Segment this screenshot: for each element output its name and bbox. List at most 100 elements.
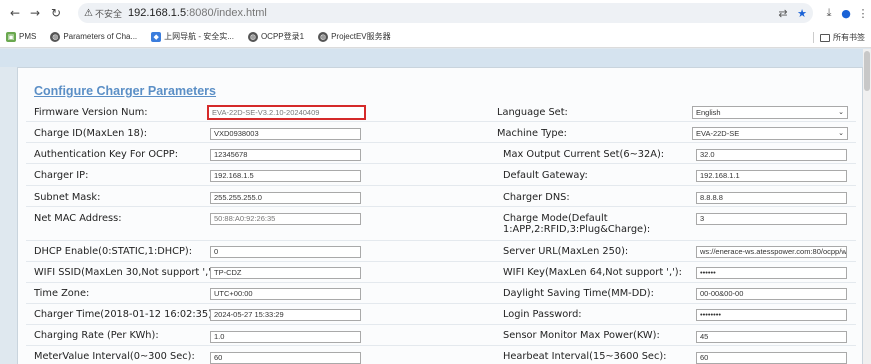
- charger-ip-label: Charger IP:: [34, 170, 89, 181]
- bookmark-item[interactable]: ◍ Parameters of Cha...: [50, 31, 138, 42]
- auth-key-label: Authentication Key For OCPP:: [34, 149, 178, 160]
- sensor-max-power-input[interactable]: 45: [696, 331, 847, 343]
- wifi-key-label: WIFI Key(MaxLen 64,Not support ','):: [503, 267, 682, 278]
- url-path: :8080/index.html: [186, 7, 267, 19]
- charge-mode-input[interactable]: 3: [696, 213, 847, 225]
- heartbeat-interval-label: Hearbeat Interval(15~3600 Sec):: [503, 351, 667, 362]
- dhcp-enable-label: DHCP Enable(0:STATIC,1:DHCP):: [34, 246, 193, 257]
- all-bookmarks-folder[interactable]: 所有书签: [813, 32, 865, 43]
- shield-icon: ◆: [151, 31, 162, 42]
- download-icon[interactable]: ⤓: [821, 5, 837, 21]
- daylight-saving-label: Daylight Saving Time(MM-DD):: [503, 288, 654, 299]
- divider: [26, 121, 856, 122]
- forward-arrow-icon[interactable]: →: [26, 4, 44, 22]
- bookmark-item[interactable]: ◆ 上网导航 - 安全实...: [151, 31, 234, 42]
- heartbeat-interval-input[interactable]: 60: [696, 352, 847, 364]
- divider: [813, 32, 814, 43]
- bookmark-label: 上网导航 - 安全实...: [164, 32, 234, 41]
- back-arrow-icon[interactable]: ←: [6, 4, 24, 22]
- divider: [26, 240, 856, 241]
- globe-icon: ◍: [318, 31, 329, 42]
- sensor-max-power-label: Sensor Monitor Max Power(KW):: [503, 330, 660, 341]
- bookmark-item[interactable]: ◍ OCPP登录1: [247, 31, 305, 42]
- daylight-saving-input[interactable]: 00-00&00-00: [696, 288, 847, 300]
- machine-type-select[interactable]: EVA-22D-SE ⌄: [692, 127, 848, 140]
- scrollbar[interactable]: [863, 49, 871, 364]
- url-host: 192.168.1.5: [127, 7, 187, 19]
- reload-icon[interactable]: ↻: [47, 4, 65, 22]
- metervalue-interval-label: MeterValue Interval(0~300 Sec):: [34, 351, 195, 362]
- translate-icon[interactable]: ⇄: [775, 5, 791, 21]
- header-strip: [0, 49, 871, 67]
- dhcp-enable-input[interactable]: 0: [210, 246, 361, 258]
- max-current-label: Max Output Current Set(6~32A):: [503, 149, 665, 160]
- globe-icon: ◍: [247, 31, 258, 42]
- machine-type-label: Machine Type:: [497, 128, 567, 139]
- bookmark-label: PMS: [19, 32, 37, 41]
- divider: [26, 261, 856, 262]
- charge-id-label: Charge ID(MaxLen 18):: [34, 128, 148, 139]
- bookmark-label: Parameters of Cha...: [63, 32, 138, 41]
- login-password-label: Login Password:: [503, 309, 582, 320]
- auth-key-input[interactable]: 12345678: [210, 149, 361, 161]
- default-gateway-input[interactable]: 192.168.1.1: [696, 170, 847, 182]
- max-current-input[interactable]: 32.0: [696, 149, 847, 161]
- address-bar[interactable]: ⚠ 不安全 192.168.1.5:8080/index.html: [78, 3, 813, 23]
- login-password-input[interactable]: ••••••••: [696, 309, 847, 321]
- charging-rate-label: Charging Rate (Per KWh):: [34, 330, 159, 341]
- bookmark-label: OCPP登录1: [260, 32, 305, 41]
- chevron-down-icon: ⌄: [838, 108, 844, 116]
- charge-mode-label: Charge Mode(Default 1:APP,2:RFID,3:Plug&…: [503, 213, 651, 235]
- divider: [26, 163, 856, 164]
- divider: [26, 142, 856, 143]
- security-badge[interactable]: ⚠ 不安全: [84, 7, 122, 20]
- globe-icon: ◍: [50, 31, 61, 42]
- image-icon: ▣: [6, 31, 16, 42]
- warning-icon: ⚠: [84, 7, 93, 19]
- default-gateway-label: Default Gateway:: [503, 170, 588, 181]
- language-select[interactable]: English ⌄: [692, 106, 848, 119]
- time-zone-input[interactable]: UTC+00:00: [210, 288, 361, 300]
- divider: [26, 282, 856, 283]
- page-title: Configure Charger Parameters: [34, 84, 217, 98]
- bookmark-label: ProjectEV服务器: [331, 32, 391, 41]
- bookmark-star-icon[interactable]: ★: [794, 5, 810, 21]
- bookmarks-bar: ▣ PMS ◍ Parameters of Cha... ◆ 上网导航 - 安全实..…: [0, 26, 871, 48]
- mac-address-label: Net MAC Address:: [34, 213, 122, 224]
- folder-label: 所有书签: [833, 33, 865, 42]
- metervalue-interval-input[interactable]: 60: [210, 352, 361, 364]
- security-label: 不安全: [94, 8, 122, 19]
- language-select-value: English: [696, 108, 721, 117]
- bookmark-item[interactable]: ◍ ProjectEV服务器: [318, 31, 391, 42]
- divider: [26, 324, 856, 325]
- divider: [26, 345, 856, 346]
- charger-dns-label: Charger DNS:: [503, 192, 570, 203]
- machine-type-select-value: EVA-22D-SE: [696, 129, 740, 138]
- charging-rate-input[interactable]: 1.0: [210, 331, 361, 343]
- charger-time-input[interactable]: 2024-05-27 15:33:29: [210, 309, 361, 321]
- charge-id-input[interactable]: VXD0938003: [210, 128, 361, 140]
- wifi-ssid-input[interactable]: TP-CDZ: [210, 267, 361, 279]
- firmware-version-label: Firmware Version Num:: [34, 107, 148, 118]
- divider: [26, 303, 856, 304]
- time-zone-label: Time Zone:: [34, 288, 90, 299]
- menu-dots-icon[interactable]: ⋮: [855, 5, 871, 21]
- server-url-input[interactable]: ws://enerace-ws.atesspower.com:80/ocpp/w…: [696, 246, 847, 258]
- wifi-key-input[interactable]: ••••••: [696, 267, 847, 279]
- profile-icon[interactable]: ●: [838, 5, 854, 21]
- divider: [26, 206, 856, 207]
- subnet-mask-label: Subnet Mask:: [34, 192, 101, 203]
- server-url-label: Server URL(MaxLen 250):: [503, 246, 629, 257]
- subnet-mask-input[interactable]: 255.255.255.0: [210, 192, 361, 204]
- scrollbar-thumb[interactable]: [864, 51, 870, 91]
- folder-icon: [820, 33, 830, 42]
- charger-dns-input[interactable]: 8.8.8.8: [696, 192, 847, 204]
- bookmark-item[interactable]: ▣ PMS: [6, 31, 37, 42]
- charger-ip-input[interactable]: 192.168.1.5: [210, 170, 361, 182]
- charger-time-label: Charger Time(2018-01-12 16:02:35):: [34, 309, 216, 320]
- language-set-label: Language Set:: [497, 107, 568, 118]
- chevron-down-icon: ⌄: [838, 129, 844, 137]
- browser-toolbar: ← → ↻ ⚠ 不安全 192.168.1.5:8080/index.html …: [0, 0, 871, 26]
- mac-address-field: 50:88:A0:92:26:35: [210, 213, 361, 225]
- firmware-version-field: EVA-22D-SE-V3.2.10-20240409: [207, 105, 366, 120]
